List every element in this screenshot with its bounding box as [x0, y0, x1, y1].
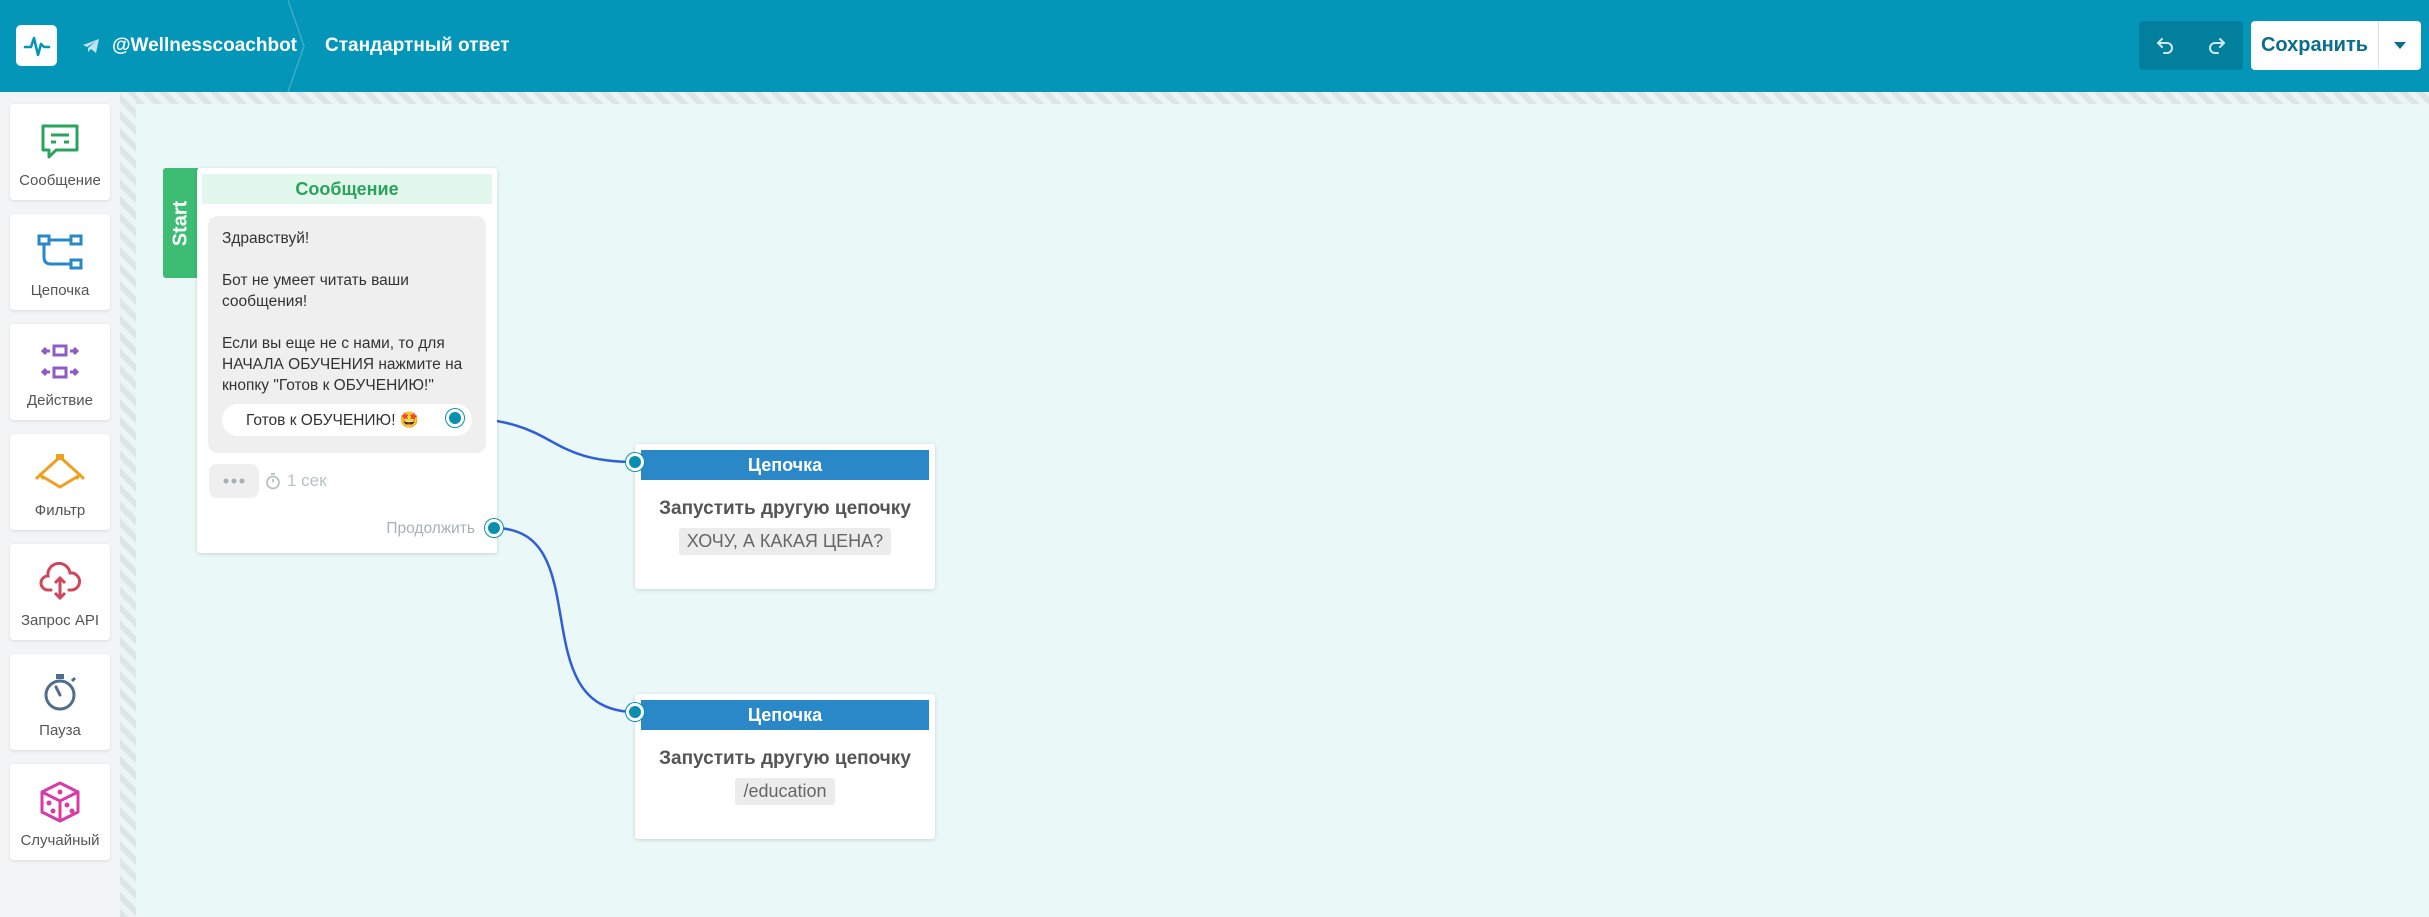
ellipsis-icon — [223, 478, 245, 484]
chain-node-title: Цепочка — [641, 700, 929, 730]
chain-target-wrap: ХОЧУ, А КАКАЯ ЦЕНА? — [635, 528, 935, 555]
chain-target-tag: /education — [735, 778, 835, 805]
continue-output-port[interactable] — [485, 519, 503, 537]
delay-indicator: 1 сек — [265, 464, 327, 498]
chain-node-education[interactable]: Цепочка Запустить другую цепочку /educat… — [635, 694, 935, 839]
message-node[interactable]: Сообщение Здравствуй! Бот не умеет читат… — [197, 168, 497, 553]
message-line: Здравствуй! — [222, 230, 310, 247]
typing-indicator — [209, 464, 259, 498]
delay-value: 1 сек — [287, 471, 327, 490]
chain-target-wrap: /education — [635, 778, 935, 805]
start-label: Start — [169, 200, 192, 246]
continue-label: Продолжить — [386, 520, 475, 537]
chain-node-description: Запустить другую цепочку — [659, 498, 911, 519]
chain-target-tag: ХОЧУ, А КАКАЯ ЦЕНА? — [678, 528, 892, 555]
message-node-title: Сообщение — [202, 174, 492, 204]
timer-icon — [266, 473, 280, 490]
message-line: Бот не умеет читать ваши сообщения! — [222, 272, 409, 310]
chain-2-input-port[interactable] — [626, 703, 644, 721]
button-output-port[interactable] — [446, 409, 464, 427]
start-marker: Start — [163, 168, 198, 278]
message-line: Если вы еще не с нами, то для НАЧАЛА ОБУ… — [222, 335, 463, 394]
chain-node-price[interactable]: Цепочка Запустить другую цепочку ХОЧУ, А… — [635, 444, 935, 589]
chain-node-title: Цепочка — [641, 450, 929, 480]
message-bubble[interactable]: Здравствуй! Бот не умеет читать ваши соо… — [208, 216, 486, 453]
inline-keyboard-button[interactable]: Готов к ОБУЧЕНИЮ! 🤩 — [222, 404, 472, 436]
chain-1-input-port[interactable] — [626, 453, 644, 471]
message-text: Здравствуй! Бот не умеет читать ваши соо… — [222, 228, 480, 396]
wire-continue-to-chain-2 — [493, 526, 637, 714]
chain-node-description: Запустить другую цепочку — [659, 748, 911, 769]
